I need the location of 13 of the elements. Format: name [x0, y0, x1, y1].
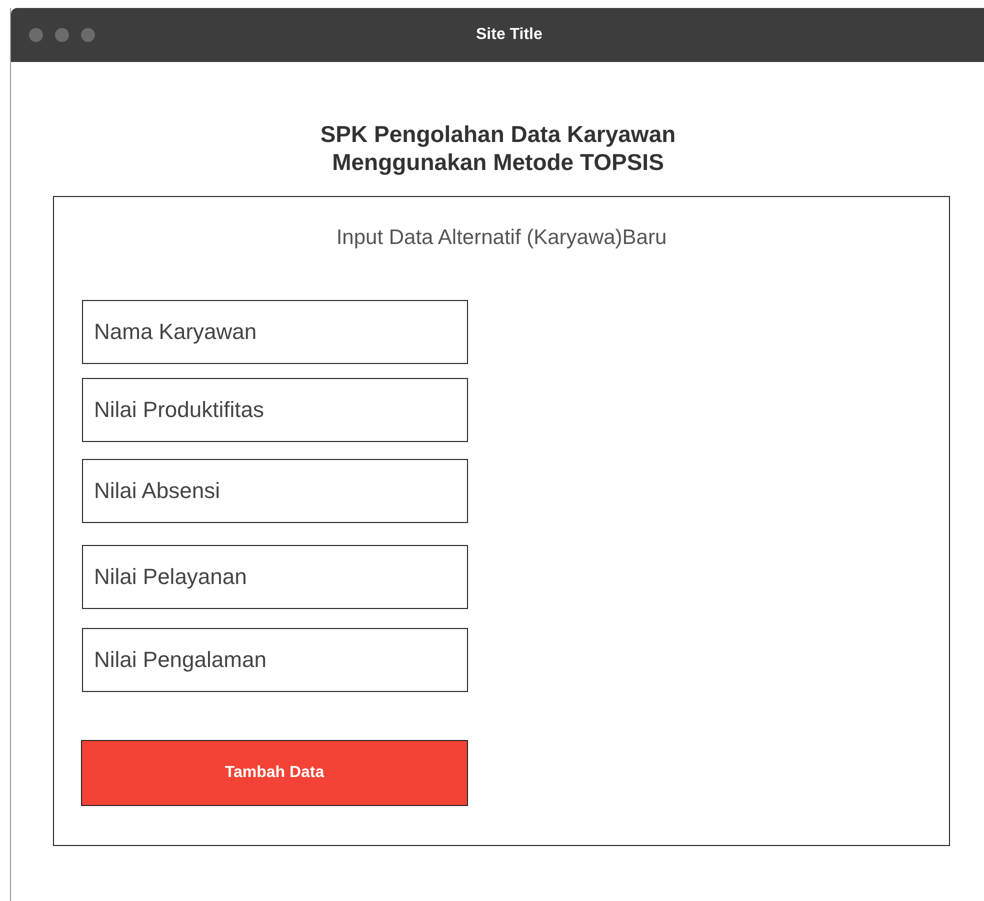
page-heading: Menggunakan Metode TOPSIS [332, 148, 664, 176]
input-field[interactable]: Nilai Pelayanan [82, 544, 468, 608]
input-field[interactable]: Nilai Pengalaman [82, 628, 468, 692]
input-field[interactable]: Nama Karyawan [82, 300, 468, 364]
window-control-icon[interactable] [55, 28, 69, 42]
form-title: Input Data Alternatif (Karyawa)Baru [336, 225, 667, 251]
input-field[interactable]: Nilai Absensi [82, 458, 468, 522]
window-control-icon[interactable] [81, 28, 95, 42]
page-heading: SPK Pengolahan Data Karyawan [320, 120, 676, 148]
add-data-button[interactable]: Tambah Data [81, 740, 468, 806]
window-control-icon[interactable] [29, 28, 43, 42]
input-field[interactable]: Nilai Produktifitas [82, 378, 468, 442]
window-title: Site Title [476, 25, 542, 45]
